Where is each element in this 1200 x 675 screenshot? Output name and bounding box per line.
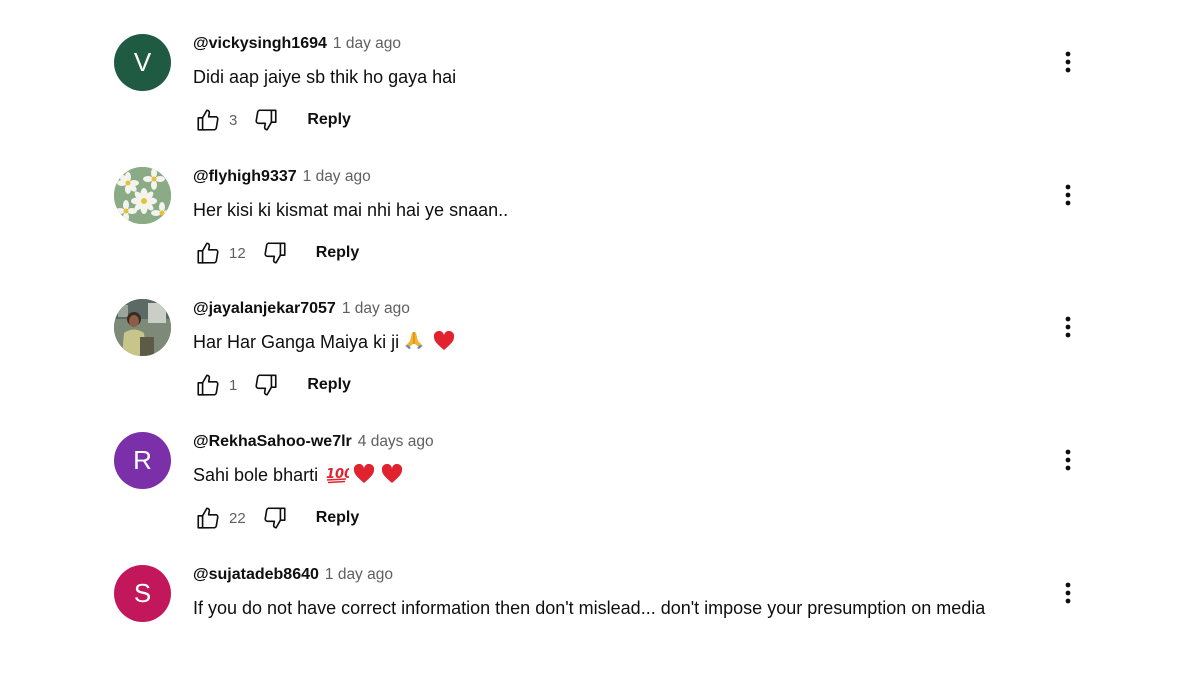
daisy-flowers-avatar-icon [114,167,171,224]
thumbs-down-icon [255,109,277,131]
avatar-initial: S [133,578,152,608]
comment-meta: @jayalanjekar7057 1 day ago [193,299,1033,319]
comment-menu-button[interactable] [1054,44,1082,80]
comments-section: V @vickysingh1694 1 day ago Didi aap jaiy… [0,0,1200,675]
comment-body: @vickysingh1694 1 day ago Didi aap jaiye … [193,34,1033,131]
comment-body: @jayalanjekar7057 1 day ago Har Har Ganga… [193,299,1033,396]
like-button[interactable] [193,238,223,268]
comment-time[interactable]: 4 days ago [358,433,434,450]
comment-menu-button[interactable] [1054,309,1082,345]
comment-meta: @RekhaSahoo-we7lr 4 days ago [193,432,1033,452]
comment-meta: @flyhigh9337 1 day ago [193,167,1033,187]
avatar[interactable]: S [114,565,171,622]
comment-text-content: Sahi bole bharti [193,465,319,485]
like-button[interactable] [193,105,223,135]
comment-menu-button[interactable] [1054,442,1082,478]
folded-hands-icon [403,329,425,359]
comment-actions: 1 Reply [193,370,351,400]
dislike-button[interactable] [251,105,281,135]
like-count: 12 [229,244,246,262]
comment-body: @sujatadeb8640 1 day ago If you do not ha… [193,565,1033,622]
dislike-button[interactable] [260,503,290,533]
dislike-button[interactable] [260,238,290,268]
comment-time[interactable]: 1 day ago [303,168,371,185]
more-vert-icon [1065,51,1071,73]
thumbs-up-icon [197,374,219,396]
thumbs-down-icon [264,242,286,264]
comment-meta: @sujatadeb8640 1 day ago [193,565,1033,585]
thumbs-down-icon [255,374,277,396]
comment-text: If you do not have correct information t… [193,598,986,618]
comment-actions: 12 Reply [193,238,359,268]
more-vert-icon [1065,582,1071,604]
comment-time[interactable]: 1 day ago [342,300,410,317]
thumbs-up-icon [197,109,219,131]
like-count: 1 [229,376,238,394]
avatar[interactable]: R [114,432,171,489]
dislike-button[interactable] [251,370,281,400]
like-count: 3 [229,111,238,129]
comment-actions: 3 Reply [193,105,351,135]
comment-text: Sahi bole bharti 100 [193,461,1033,492]
like-button[interactable] [193,370,223,400]
comment-author[interactable]: @flyhigh9337 [193,168,297,185]
thumbs-up-icon [197,242,219,264]
comment-menu-button[interactable] [1054,177,1082,213]
like-count: 22 [229,509,246,527]
avatar[interactable] [114,167,171,224]
comment-time[interactable]: 1 day ago [325,566,393,583]
comment-author[interactable]: @sujatadeb8640 [193,566,319,583]
avatar-initial: V [133,47,152,77]
comment-time[interactable]: 1 day ago [333,35,401,52]
like-button[interactable] [193,503,223,533]
comment-menu-button[interactable] [1054,575,1082,611]
reply-button[interactable]: Reply [316,244,360,262]
comment-body: @RekhaSahoo-we7lr 4 days ago Sahi bole bh… [193,432,1033,529]
comment-text: Har Har Ganga Maiya ki ji [193,328,1033,359]
comment-author[interactable]: @vickysingh1694 [193,35,327,52]
reply-button[interactable]: Reply [316,509,360,527]
avatar[interactable]: V [114,34,171,91]
reply-button[interactable]: Reply [307,111,351,129]
comment-meta: @vickysingh1694 1 day ago [193,34,1033,54]
red-heart-icon [433,330,455,359]
comment-text: Her kisi ki kismat mai nhi hai ye snaan.… [193,200,509,220]
comment-text-content: Har Har Ganga Maiya ki ji [193,332,400,352]
avatar[interactable] [114,299,171,356]
thumbs-up-icon [197,507,219,529]
comment-body: @flyhigh9337 1 day ago Her kisi ki kismat… [193,167,1033,264]
comment-actions: 22 Reply [193,503,359,533]
person-photo-avatar-icon [114,299,171,356]
comment-author[interactable]: @RekhaSahoo-we7lr [193,433,352,450]
comment-author[interactable]: @jayalanjekar7057 [193,300,336,317]
more-vert-icon [1065,316,1071,338]
avatar-initial: R [133,445,152,475]
red-heart-icon [381,463,403,492]
more-vert-icon [1065,184,1071,206]
more-vert-icon [1065,449,1071,471]
hundred-points-icon: 100 [325,464,353,492]
thumbs-down-icon [264,507,286,529]
reply-button[interactable]: Reply [307,376,351,394]
red-heart-icon [353,463,375,492]
comment-text: Didi aap jaiye sb thik ho gaya hai [193,67,457,87]
